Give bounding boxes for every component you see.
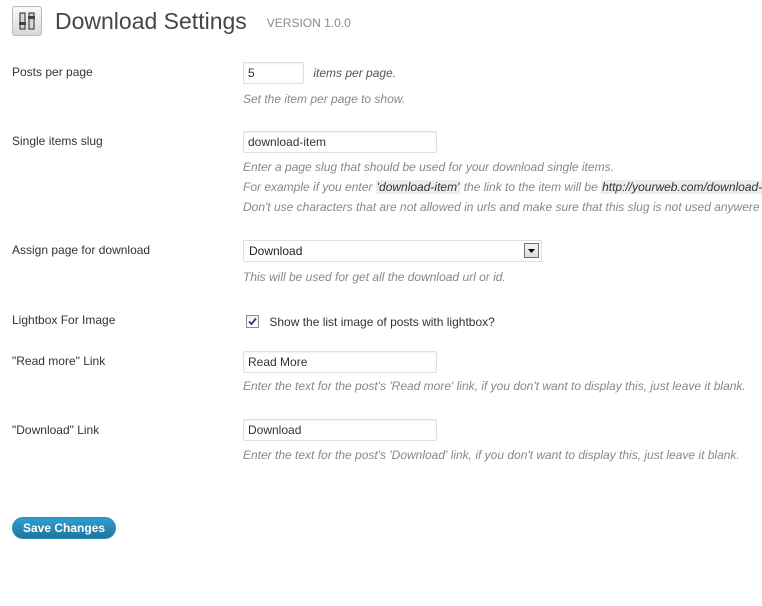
single-slug-desc-line3: Don't use characters that are not allowe… (243, 200, 762, 214)
assign-page-select[interactable]: Download (243, 240, 542, 262)
download-link-label: "Download" Link (12, 423, 100, 437)
download-link-description: Enter the text for the post's 'Download'… (243, 448, 740, 462)
version-label: VERSION 1.0.0 (266, 16, 351, 30)
settings-page: Download Settings VERSION 1.0.0 Posts pe… (0, 0, 762, 606)
read-more-input[interactable] (243, 351, 437, 373)
posts-per-page-input[interactable] (243, 62, 304, 84)
read-more-label: "Read more" Link (12, 354, 106, 368)
single-slug-desc-prefix: For example if you enter (243, 180, 376, 194)
assign-page-description: This will be used for get all the downlo… (243, 270, 506, 284)
single-slug-field (243, 131, 437, 153)
posts-per-page-field: items per page. (243, 62, 396, 84)
lightbox-field: Show the list image of posts with lightb… (246, 314, 495, 329)
posts-per-page-suffix: items per page. (313, 66, 397, 80)
read-more-description: Enter the text for the post's 'Read more… (243, 379, 746, 393)
single-slug-example: 'download-item' (375, 180, 461, 194)
lightbox-checkbox[interactable] (246, 315, 259, 329)
settings-sliders-icon (12, 6, 42, 36)
lightbox-label: Lightbox For Image (12, 313, 116, 327)
lightbox-checkbox-label[interactable]: Show the list image of posts with lightb… (269, 315, 494, 329)
single-slug-desc-middle: the link to the item will be (460, 180, 602, 194)
posts-per-page-label: Posts per page (12, 65, 93, 79)
assign-page-field: Download (243, 240, 542, 262)
read-more-field (243, 351, 437, 373)
single-slug-label: Single items slug (12, 134, 103, 148)
assign-page-label: Assign page for download (12, 243, 151, 257)
page-header: Download Settings VERSION 1.0.0 (12, 4, 351, 38)
assign-page-selected: Download (249, 244, 303, 258)
download-link-field (243, 419, 437, 441)
single-slug-example-url: http://yourweb.com/download-item/item-na… (601, 180, 762, 194)
chevron-down-icon[interactable] (524, 243, 539, 258)
single-slug-desc-line1: Enter a page slug that should be used fo… (243, 160, 614, 174)
single-slug-input[interactable] (243, 131, 437, 153)
posts-per-page-description: Set the item per page to show. (243, 92, 406, 106)
save-changes-button[interactable]: Save Changes (12, 517, 117, 539)
page-title: Download Settings (55, 8, 247, 34)
download-link-input[interactable] (243, 419, 437, 441)
checkmark-icon (248, 318, 257, 326)
single-slug-desc-line2: For example if you enter 'download-item'… (243, 177, 762, 197)
